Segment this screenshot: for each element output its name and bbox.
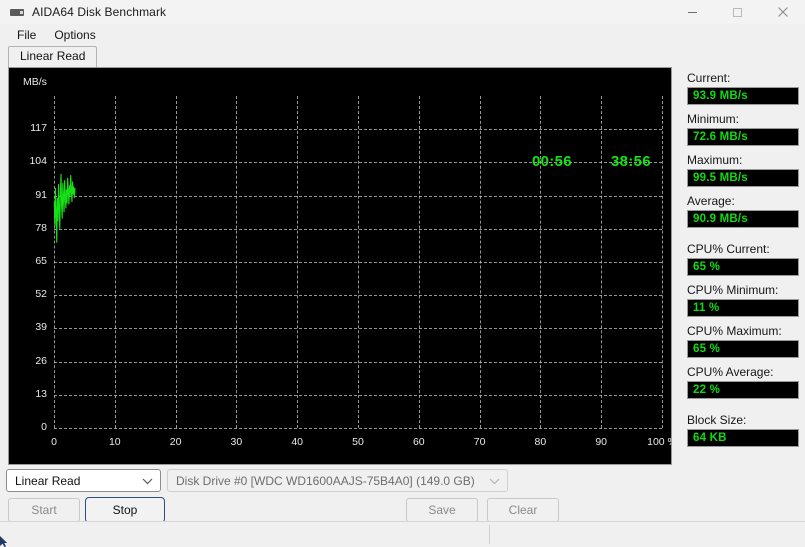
benchmark-mode-select[interactable]: Linear Read: [6, 469, 161, 492]
y-tick-39: 39: [35, 321, 47, 334]
x-tick-50: 50: [352, 436, 364, 448]
disk-drive-value: Disk Drive #0 [WDC WD1600AAJS-75B4A0] (1…: [176, 473, 475, 488]
stat-label-current: Current:: [687, 71, 731, 85]
stat-cpu-average: CPU% Average: 22 %: [687, 365, 799, 399]
status-divider: [489, 525, 490, 544]
stat-maximum: Maximum: 99.5 MB/s: [687, 153, 799, 187]
tab-linear-read[interactable]: Linear Read: [8, 46, 98, 67]
stat-label-block-size: Block Size:: [687, 413, 747, 427]
status-bar: [0, 521, 805, 547]
stat-cpu-maximum: CPU% Maximum: 65 %: [687, 324, 799, 358]
stat-label-cpu-average: CPU% Average:: [687, 365, 774, 379]
menu-bar: File Options: [0, 24, 805, 45]
chevron-down-icon: [142, 474, 153, 488]
x-tick-20: 20: [169, 436, 182, 448]
stat-value-cpu-maximum: 65 %: [687, 340, 799, 358]
gridline-v: [662, 96, 663, 428]
x-tick-10: 10: [108, 436, 121, 448]
menu-item-file[interactable]: File: [8, 26, 45, 44]
caption-buttons: [670, 0, 805, 24]
stop-button[interactable]: Stop: [85, 497, 165, 523]
stat-value-cpu-current: 65 %: [687, 258, 799, 276]
stat-label-cpu-minimum: CPU% Minimum:: [687, 283, 779, 297]
y-tick-78: 78: [35, 221, 47, 234]
clear-button[interactable]: Clear: [487, 498, 559, 522]
stat-minimum: Minimum: 72.6 MB/s: [687, 112, 799, 146]
y-tick-91: 91: [35, 188, 47, 201]
minimize-icon[interactable]: [670, 0, 715, 24]
y-axis-title: MB/s: [23, 76, 47, 88]
window-title: AIDA64 Disk Benchmark: [32, 5, 167, 19]
y-tick-117: 117: [30, 122, 47, 135]
y-tick-0: 0: [41, 421, 47, 433]
tab-strip: Linear Read: [0, 45, 805, 67]
y-tick-13: 13: [35, 387, 47, 400]
plot-area: [54, 96, 663, 429]
x-tick-100: 100 %: [647, 436, 671, 448]
start-button[interactable]: Start: [8, 498, 80, 522]
x-tick-60: 60: [412, 436, 425, 448]
title-bar: AIDA64 Disk Benchmark: [0, 0, 805, 24]
x-tick-90: 90: [595, 436, 608, 448]
save-button[interactable]: Save: [406, 498, 478, 522]
remaining-time: 38:56: [611, 153, 651, 170]
stat-value-block-size: 64 KB: [687, 429, 799, 447]
chevron-down-icon: [489, 474, 500, 488]
statistics-panel: Current: 93.9 MB/s Minimum: 72.6 MB/s Maximu…: [687, 71, 799, 454]
x-tick-30: 30: [230, 436, 243, 448]
read-speed-trace: [54, 96, 662, 428]
stat-value-cpu-minimum: 11 %: [687, 299, 799, 317]
x-tick-40: 40: [291, 436, 304, 448]
y-tick-104: 104: [29, 155, 47, 168]
control-bar: Linear Read Disk Drive #0 [WDC WD1600AAJ…: [0, 467, 680, 529]
stat-block-size: Block Size: 64 KB: [687, 413, 799, 447]
content-area: MB/s 0 13 26 39 52 65 78 91 104 117 0 10 20 30 40 50 60…: [0, 67, 805, 547]
y-tick-65: 65: [35, 255, 47, 267]
menu-item-options[interactable]: Options: [45, 26, 104, 44]
stat-value-maximum: 99.5 MB/s: [687, 169, 799, 187]
x-tick-70: 70: [473, 436, 486, 448]
close-icon[interactable]: [760, 0, 805, 24]
disk-drive-icon: [9, 4, 25, 20]
stat-label-maximum: Maximum:: [687, 153, 743, 167]
y-tick-26: 26: [35, 354, 47, 367]
benchmark-chart: MB/s 0 13 26 39 52 65 78 91 104 117 0 10 20 30 40 50 60…: [8, 67, 672, 465]
maximize-icon[interactable]: [715, 0, 760, 24]
stat-cpu-minimum: CPU% Minimum: 11 %: [687, 283, 799, 317]
x-tick-80: 80: [534, 436, 547, 448]
stat-label-cpu-current: CPU% Current:: [687, 242, 770, 256]
x-tick-0: 0: [51, 436, 57, 448]
stat-value-average: 90.9 MB/s: [687, 210, 799, 228]
stat-label-minimum: Minimum:: [687, 112, 740, 126]
stat-cpu-current: CPU% Current: 65 %: [687, 242, 799, 276]
mouse-cursor-icon: [0, 536, 8, 547]
elapsed-time: 00:56: [532, 153, 572, 170]
stat-average: Average: 90.9 MB/s: [687, 194, 799, 228]
disk-drive-select[interactable]: Disk Drive #0 [WDC WD1600AAJS-75B4A0] (1…: [167, 469, 508, 492]
stat-value-minimum: 72.6 MB/s: [687, 128, 799, 146]
stat-label-average: Average:: [687, 194, 735, 208]
trace-line: [54, 174, 75, 243]
benchmark-mode-value: Linear Read: [15, 473, 81, 488]
chart-column: MB/s 0 13 26 39 52 65 78 91 104 117 0 10 20 30 40 50 60…: [0, 67, 680, 547]
stat-label-cpu-maximum: CPU% Maximum:: [687, 324, 782, 338]
y-tick-52: 52: [35, 288, 47, 301]
stat-value-current: 93.9 MB/s: [687, 87, 799, 105]
gridline-h: [54, 428, 662, 429]
stat-value-cpu-average: 22 %: [687, 381, 799, 399]
disk-benchmark-window: AIDA64 Disk Benchmark File Options Linea…: [0, 0, 805, 547]
chart-plot-surface: MB/s 0 13 26 39 52 65 78 91 104 117 0 10 20 30 40 50 60…: [9, 68, 671, 464]
stat-current: Current: 93.9 MB/s: [687, 71, 799, 105]
